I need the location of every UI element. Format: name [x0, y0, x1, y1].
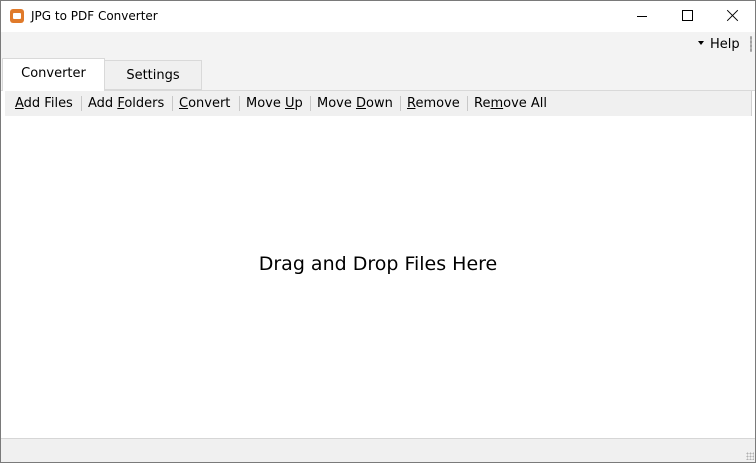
move-up-accesskey: U	[285, 96, 295, 111]
menu-grip	[750, 36, 752, 52]
toolbar-separator	[467, 96, 468, 111]
tab-converter[interactable]: Converter	[2, 58, 105, 91]
move-up-button[interactable]: Move Up	[246, 91, 303, 116]
add-folders-label-post: olders	[124, 96, 165, 111]
add-files-label-post: dd Files	[23, 96, 73, 111]
tab-settings[interactable]: Settings	[105, 60, 202, 90]
drop-hint-text: Drag and Drop Files Here	[258, 253, 498, 275]
move-down-label-pre: Move	[317, 96, 356, 111]
remove-all-label-pre: Re	[474, 96, 491, 111]
toolbar-separator	[172, 96, 173, 111]
close-button[interactable]	[710, 1, 755, 32]
toolbar: Add Files Add Folders Convert Move Up Mo…	[5, 91, 752, 116]
move-down-button[interactable]: Move Down	[317, 91, 393, 116]
move-up-label-post: p	[294, 96, 303, 111]
chevron-down-icon	[698, 40, 704, 45]
remove-label-post: emove	[415, 96, 460, 111]
resize-grip[interactable]	[746, 452, 754, 460]
toolbar-separator	[400, 96, 401, 111]
move-up-label-pre: Move	[246, 96, 285, 111]
remove-button[interactable]: Remove	[407, 91, 460, 116]
minimize-button[interactable]	[619, 1, 665, 32]
toolbar-separator	[239, 96, 240, 111]
convert-accesskey: C	[179, 96, 189, 111]
window-title: JPG to PDF Converter	[31, 9, 158, 23]
add-folders-button[interactable]: Add Folders	[88, 91, 164, 116]
convert-button[interactable]: Convert	[179, 91, 230, 116]
move-down-accesskey: D	[356, 96, 367, 111]
help-menu[interactable]: Help	[698, 37, 740, 52]
menu-strip: Help	[1, 32, 755, 57]
add-folders-label-pre: Add	[88, 96, 118, 111]
app-window: JPG to PDF Converter Help Converter Sett…	[0, 0, 756, 463]
maximize-icon	[682, 10, 693, 21]
toolbar-separator	[81, 96, 82, 111]
remove-all-label-post: ove All	[503, 96, 548, 111]
toolbar-separator	[310, 96, 311, 111]
remove-all-accesskey: m	[490, 96, 504, 111]
add-files-button[interactable]: Add Files	[15, 91, 73, 116]
maximize-button[interactable]	[665, 1, 711, 32]
minimize-icon	[637, 16, 647, 17]
move-down-label-post: own	[366, 96, 393, 111]
convert-label-post: onvert	[188, 96, 231, 111]
status-bar	[1, 438, 755, 462]
tab-strip: Converter Settings	[1, 57, 755, 91]
file-drop-area[interactable]: Drag and Drop Files Here	[1, 116, 755, 438]
remove-all-button[interactable]: Remove All	[474, 91, 547, 116]
app-icon	[10, 9, 24, 23]
close-icon	[726, 9, 739, 22]
help-menu-label: Help	[710, 37, 740, 52]
add-files-accesskey: A	[15, 96, 24, 111]
title-bar[interactable]: JPG to PDF Converter	[1, 1, 755, 32]
